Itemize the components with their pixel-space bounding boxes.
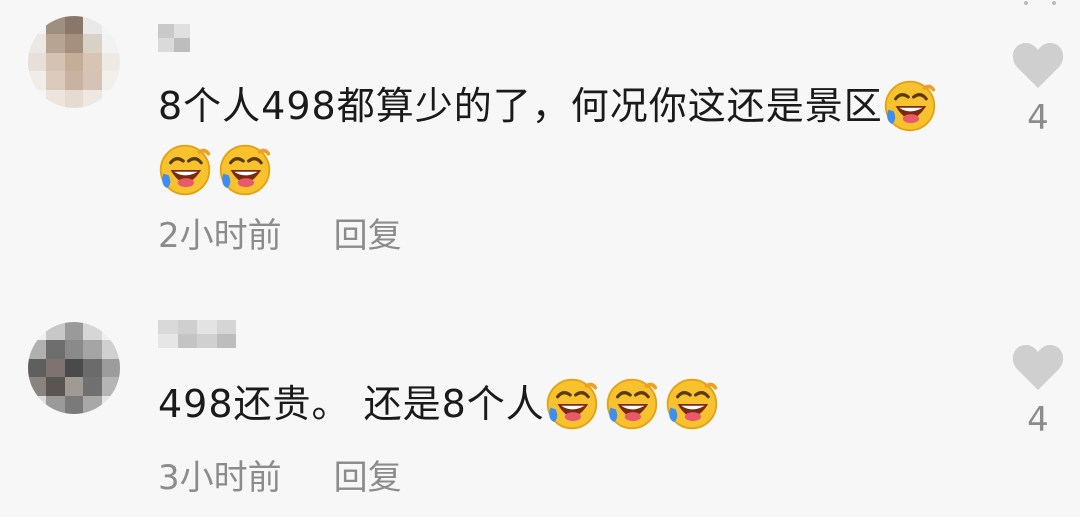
comment-text: 8个人498都算少的了，何况你这还是景区 bbox=[158, 74, 958, 202]
rolling-laughing-emoji bbox=[218, 143, 272, 197]
heart-icon[interactable] bbox=[1011, 40, 1065, 90]
avatar[interactable] bbox=[28, 322, 120, 414]
avatar[interactable] bbox=[28, 16, 120, 108]
username[interactable] bbox=[158, 320, 236, 348]
rolling-laughing-emoji bbox=[883, 79, 937, 133]
username[interactable] bbox=[158, 24, 190, 52]
like-count: 4 bbox=[1027, 98, 1049, 138]
rolling-laughing-emoji bbox=[665, 377, 719, 431]
comment-meta: 2小时前 回复 bbox=[158, 208, 402, 257]
comment-item: 8个人498都算少的了，何况你这还是景区 2小时前 回复 4 bbox=[0, 0, 1080, 280]
like-button[interactable]: 4 bbox=[1010, 40, 1066, 138]
heart-icon[interactable] bbox=[1011, 342, 1065, 392]
like-count: 4 bbox=[1027, 400, 1049, 440]
comment-time: 2小时前 bbox=[158, 216, 282, 256]
comment-time: 3小时前 bbox=[158, 458, 282, 498]
rolling-laughing-emoji bbox=[545, 377, 599, 431]
rolling-laughing-emoji bbox=[605, 377, 659, 431]
like-button[interactable]: 4 bbox=[1010, 342, 1066, 440]
comment-content: 498还贵。 还是8个人 bbox=[158, 382, 545, 426]
reply-button[interactable]: 回复 bbox=[334, 208, 402, 257]
comment-meta: 3小时前 回复 bbox=[158, 450, 402, 499]
reply-button[interactable]: 回复 bbox=[334, 450, 402, 499]
rolling-laughing-emoji bbox=[158, 143, 212, 197]
comment-content: 8个人498都算少的了，何况你这还是景区 bbox=[158, 84, 883, 128]
comment-item: 498还贵。 还是8个人 3小时前 回复 4 bbox=[0, 300, 1080, 517]
comment-text: 498还贵。 还是8个人 bbox=[158, 372, 958, 436]
